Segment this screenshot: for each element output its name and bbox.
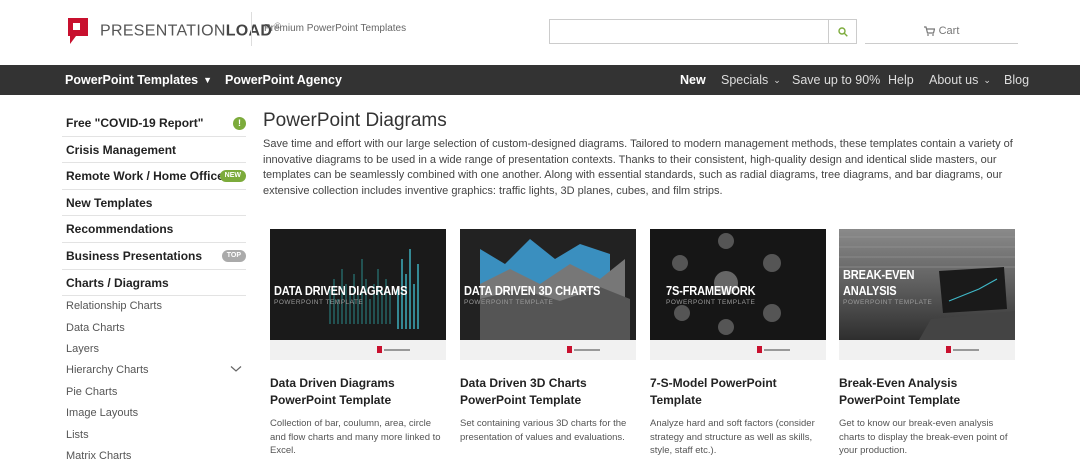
sidebar-item-business[interactable]: Business Presentations TOP: [62, 243, 246, 270]
product-thumbnail[interactable]: DATA DRIVEN DIAGRAMS POWERPOINT TEMPLATE: [270, 229, 446, 360]
sidebar-item-covid-report[interactable]: Free "COVID-19 Report" !: [62, 110, 246, 137]
nav-label: About us: [929, 73, 979, 87]
logo-mark-icon: [66, 16, 90, 46]
brand-logo-icon: [377, 346, 410, 353]
thumbnail-title: BREAK-EVEN: [843, 267, 915, 282]
sidebar-subitem-matrix[interactable]: Matrix Charts: [62, 446, 246, 467]
thumbnail-subtitle: POWERPOINT TEMPLATE: [464, 299, 554, 306]
brand-logo-icon: [757, 346, 790, 353]
chevron-down-icon: ▼: [203, 75, 213, 85]
sidebar: Free "COVID-19 Report" ! Crisis Manageme…: [62, 110, 246, 467]
product-card[interactable]: DATA DRIVEN DIAGRAMS POWERPOINT TEMPLATE…: [270, 229, 446, 458]
thumbnail-subtitle: POWERPOINT TEMPLATE: [843, 299, 933, 306]
nav-powerpoint-agency[interactable]: PowerPoint Agency: [225, 65, 342, 95]
sidebar-item-charts-diagrams[interactable]: Charts / Diagrams: [62, 270, 246, 297]
sidebar-item-label: Free "COVID-19 Report": [66, 116, 204, 130]
sidebar-item-label: Hierarchy Charts: [66, 364, 149, 377]
thumbnail-image: DATA DRIVEN 3D CHARTS POWERPOINT TEMPLAT…: [460, 229, 636, 340]
sidebar-item-remote-work[interactable]: Remote Work / Home Office NEW: [62, 163, 246, 190]
card-title[interactable]: Data Driven 3D Charts PowerPoint Templat…: [460, 375, 636, 409]
sidebar-subitem-image-layouts[interactable]: Image Layouts: [62, 403, 246, 424]
thumbnail-title: DATA DRIVEN 3D CHARTS: [464, 283, 601, 298]
sidebar-subitem-layers[interactable]: Layers: [62, 339, 246, 360]
thumbnail-subtitle: POWERPOINT TEMPLATE: [666, 299, 756, 306]
brand-logo-icon: [567, 346, 600, 353]
thumbnail-title: DATA DRIVEN DIAGRAMS: [274, 283, 408, 298]
sidebar-item-label: Business Presentations: [66, 248, 203, 263]
sidebar-item-label: Remote Work / Home Office: [66, 169, 224, 184]
card-title[interactable]: 7-S-Model PowerPoint Template: [650, 375, 826, 409]
nav-new[interactable]: New: [680, 65, 706, 95]
nav-powerpoint-templates[interactable]: PowerPoint Templates ▼: [65, 65, 212, 95]
nav-specials[interactable]: Specials ⌄: [721, 65, 781, 95]
card-description: Set containing various 3D charts for the…: [460, 418, 627, 443]
search-icon: [837, 26, 848, 37]
cart-label: Cart: [938, 25, 960, 37]
product-card[interactable]: 7S-FRAMEWORK POWERPOINT TEMPLATE 7-S-Mod…: [650, 229, 826, 458]
sidebar-subitem-hierarchy[interactable]: Hierarchy Charts: [62, 360, 246, 381]
thumbnail-image: DATA DRIVEN DIAGRAMS POWERPOINT TEMPLATE: [270, 229, 446, 340]
logo-text: PRESENTATIONLOAD ®: [100, 21, 282, 40]
chevron-down-icon[interactable]: [230, 365, 242, 373]
thumbnail-footer: [270, 340, 446, 360]
sidebar-subitem-lists[interactable]: Lists: [62, 425, 246, 446]
thumbnail-image: BREAK-EVEN ANALYSIS POWERPOINT TEMPLATE: [839, 229, 1015, 340]
thumbnail-footer: [839, 340, 1015, 360]
sidebar-subitem-pie-charts[interactable]: Pie Charts: [62, 382, 246, 403]
card-title[interactable]: Break-Even Analysis PowerPoint Template: [839, 375, 1015, 409]
card-title[interactable]: Data Driven Diagrams PowerPoint Template: [270, 375, 446, 409]
thumbnail-image: 7S-FRAMEWORK POWERPOINT TEMPLATE: [650, 229, 826, 340]
nav-save[interactable]: Save up to 90%: [792, 65, 880, 95]
main-nav: PowerPoint Templates ▼ PowerPoint Agency …: [0, 65, 1080, 95]
intro-text: Save time and effort with our large sele…: [263, 138, 1013, 197]
new-badge: NEW: [219, 170, 246, 183]
thumbnail-title: 7S-FRAMEWORK: [666, 283, 756, 298]
page-title: PowerPoint Diagrams: [263, 110, 447, 131]
search-button[interactable]: [828, 20, 856, 43]
cart-icon: [923, 26, 935, 36]
search-box: [549, 19, 857, 44]
sidebar-item-recommendations[interactable]: Recommendations: [62, 216, 246, 243]
product-card[interactable]: BREAK-EVEN ANALYSIS POWERPOINT TEMPLATE …: [839, 229, 1015, 458]
top-badge: TOP: [221, 249, 246, 262]
chevron-down-icon: ⌄: [983, 75, 991, 85]
cart-link[interactable]: Cart: [865, 19, 1018, 44]
info-badge: !: [233, 117, 246, 130]
card-description: Collection of bar, coulumn, area, circle…: [270, 418, 441, 456]
nav-about-us[interactable]: About us ⌄: [929, 65, 991, 95]
sidebar-item-new-templates[interactable]: New Templates: [62, 190, 246, 217]
thumbnail-title-line2: ANALYSIS: [843, 283, 897, 298]
sidebar-subitem-relationship[interactable]: Relationship Charts: [62, 296, 246, 317]
brand-logo-icon: [946, 346, 979, 353]
header-divider: [251, 12, 252, 46]
site-header: PRESENTATIONLOAD ® Premium PowerPoint Tem…: [0, 0, 1080, 64]
nav-label: PowerPoint Templates: [65, 73, 199, 87]
product-thumbnail[interactable]: 7S-FRAMEWORK POWERPOINT TEMPLATE: [650, 229, 826, 360]
product-thumbnail[interactable]: DATA DRIVEN 3D CHARTS POWERPOINT TEMPLAT…: [460, 229, 636, 360]
card-description: Analyze hard and soft factors (consider …: [650, 418, 815, 456]
card-description: Get to know our break-even analysis char…: [839, 418, 1008, 456]
nav-help[interactable]: Help: [888, 65, 914, 95]
product-thumbnail[interactable]: BREAK-EVEN ANALYSIS POWERPOINT TEMPLATE: [839, 229, 1015, 360]
tagline: Premium PowerPoint Templates: [264, 23, 407, 34]
nav-blog[interactable]: Blog: [1004, 65, 1029, 95]
nav-label: Specials: [721, 73, 769, 87]
chevron-down-icon: ⌄: [773, 75, 781, 85]
thumbnail-footer: [650, 340, 826, 360]
sidebar-item-crisis[interactable]: Crisis Management: [62, 137, 246, 164]
product-card[interactable]: DATA DRIVEN 3D CHARTS POWERPOINT TEMPLAT…: [460, 229, 636, 444]
sidebar-subitem-data-charts[interactable]: Data Charts: [62, 318, 246, 339]
thumbnail-footer: [460, 340, 636, 360]
search-input[interactable]: [550, 20, 828, 43]
thumbnail-subtitle: POWERPOINT TEMPLATE: [274, 299, 364, 306]
logo[interactable]: PRESENTATIONLOAD ®: [66, 16, 281, 46]
